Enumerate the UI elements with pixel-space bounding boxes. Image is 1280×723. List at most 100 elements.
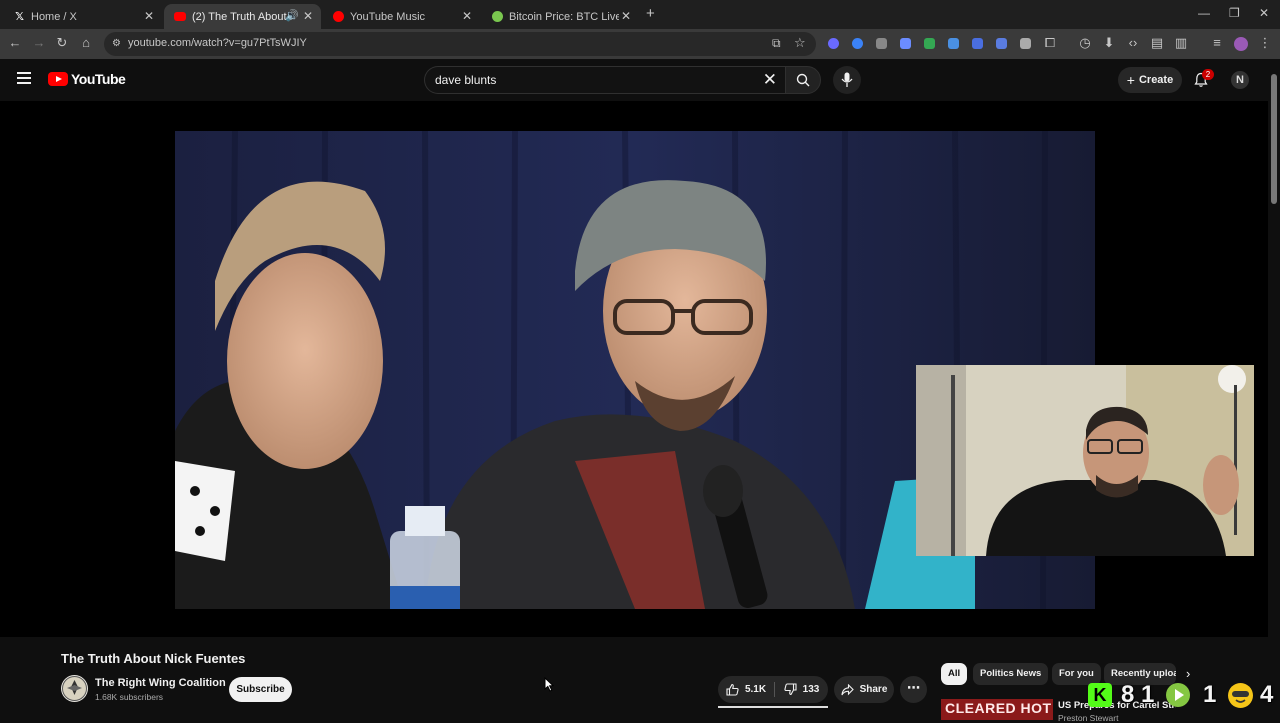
goggles-face-icon	[1232, 691, 1249, 703]
devtools-icon[interactable]: ‹›	[1126, 36, 1140, 50]
video-title: The Truth About Nick Fuentes	[61, 651, 246, 666]
channel-emblem-icon	[62, 676, 87, 701]
extension-icon[interactable]	[900, 38, 911, 49]
share-button[interactable]: Share	[834, 676, 894, 703]
youtube-header: YouTube dave blunts ✕ + Create 2 N	[0, 59, 1268, 101]
voice-search-button[interactable]	[833, 66, 861, 94]
reload-icon[interactable]: ↻	[55, 36, 69, 50]
youtube-play-icon	[48, 72, 68, 86]
tab-youtube-video[interactable]: (2) The Truth About Nick Fu 🔊 ✕	[164, 4, 321, 29]
url-text[interactable]: youtube.com/watch?v=gu7PtTsWJIY	[128, 37, 307, 49]
like-button[interactable]: 5.1K	[718, 676, 774, 703]
channel-avatar[interactable]	[61, 675, 88, 702]
webcam-image	[916, 365, 1254, 556]
extension-icon[interactable]	[972, 38, 983, 49]
page-scrollbar[interactable]	[1268, 59, 1280, 720]
home-icon[interactable]: ⌂	[79, 36, 93, 50]
thumbs-down-icon	[784, 683, 797, 696]
new-tab-icon[interactable]: +	[646, 5, 655, 22]
back-icon[interactable]: ←	[8, 36, 22, 50]
notification-count-badge: 2	[1202, 69, 1214, 80]
extension-icon[interactable]	[828, 38, 839, 49]
address-bar[interactable]: ⚙ youtube.com/watch?v=gu7PtTsWJIY ⧉ ☆	[104, 32, 816, 56]
rumble-icon	[1166, 683, 1190, 707]
search-button[interactable]	[785, 66, 821, 94]
chip-all[interactable]: All	[941, 663, 968, 685]
browser-menu-icon[interactable]: ⋮	[1258, 36, 1272, 50]
profile-avatar-icon[interactable]	[1234, 37, 1248, 51]
close-tab-icon[interactable]: ✕	[621, 9, 631, 23]
kick-viewer-count: 8 1	[1121, 681, 1155, 708]
share-arrow-icon	[841, 683, 854, 695]
video-progress-bar[interactable]	[718, 706, 828, 708]
tab-youtube-music[interactable]: YouTube Music ✕	[323, 4, 480, 29]
bookmark-star-icon[interactable]: ☆	[794, 35, 806, 51]
thumbs-up-icon	[726, 683, 739, 696]
reading-list-icon[interactable]: ▥	[1174, 36, 1188, 50]
recommendation-thumbnail[interactable]: CLEARED HOT	[941, 699, 1053, 720]
microphone-icon	[841, 72, 853, 87]
dislike-button[interactable]: 133	[775, 676, 828, 703]
chip-politics-news[interactable]: Politics News	[973, 663, 1049, 685]
play-triangle-icon	[1175, 689, 1184, 701]
install-app-icon[interactable]: ⧉	[772, 36, 781, 51]
subscribe-button[interactable]: Subscribe	[229, 677, 292, 702]
window-close-icon[interactable]: ✕	[1259, 6, 1269, 20]
forward-icon[interactable]: →	[32, 36, 46, 50]
thumbnail-text: CLEARED HOT	[945, 700, 1052, 716]
extension-icon[interactable]	[996, 38, 1007, 49]
browser-toolbar: ← → ↻ ⌂ ⚙ youtube.com/watch?v=gu7PtTsWJI…	[0, 29, 1280, 59]
plus-icon: +	[1126, 72, 1135, 88]
tab-title: (2) The Truth About Nick Fu	[192, 10, 292, 23]
channel-name[interactable]: The Right Wing Coalition	[95, 677, 226, 689]
extensions-puzzle-icon[interactable]: ⧠	[1043, 36, 1057, 50]
extension-icon[interactable]	[948, 38, 959, 49]
media-controls-icon[interactable]: ≡	[1210, 36, 1224, 50]
more-actions-button[interactable]: ⋯	[900, 676, 927, 703]
create-button[interactable]: + Create	[1118, 67, 1182, 93]
minimize-icon[interactable]: —	[1198, 6, 1210, 20]
youtube-logo[interactable]: YouTube	[48, 71, 126, 87]
extension-icon[interactable]	[852, 38, 863, 49]
close-tab-icon[interactable]: ✕	[303, 9, 313, 23]
extension-icon[interactable]	[1020, 38, 1031, 49]
account-avatar[interactable]: N	[1231, 71, 1249, 89]
restore-icon[interactable]: ❐	[1229, 6, 1240, 20]
search-icon	[796, 73, 810, 87]
mouse-cursor-icon	[544, 677, 554, 692]
rumble-viewer-count: 1	[1203, 681, 1217, 708]
browser-tab-bar: 𝕏 Home / X ✕ (2) The Truth About Nick Fu…	[0, 0, 1280, 29]
extension-icon[interactable]	[924, 38, 935, 49]
tab-x-home[interactable]: 𝕏 Home / X ✕	[4, 4, 162, 29]
hamburger-menu-icon[interactable]	[17, 72, 31, 84]
history-icon[interactable]: ◷	[1078, 36, 1092, 50]
recommendation-channel[interactable]: Preston Stewart	[1058, 713, 1118, 723]
search-box[interactable]: dave blunts ✕	[424, 66, 785, 94]
stream-stats-overlay: K 8 1 1 4	[1088, 681, 1280, 709]
tab-title: Bitcoin Price: BTC Live Price Ch	[509, 10, 619, 23]
kick-icon: K	[1088, 683, 1112, 707]
downloads-icon[interactable]: ⬇	[1102, 36, 1116, 50]
subscriber-count: 1.68K subscribers	[95, 692, 164, 702]
like-count: 5.1K	[744, 684, 767, 695]
chevron-right-icon[interactable]: ›	[1186, 666, 1190, 681]
tab-title: Home / X	[31, 10, 77, 23]
close-tab-icon[interactable]: ✕	[144, 9, 154, 23]
share-label: Share	[859, 684, 888, 695]
close-tab-icon[interactable]: ✕	[462, 9, 472, 23]
webcam-overlay	[916, 365, 1254, 556]
bitcoin-icon	[492, 11, 503, 22]
platform-mascot-icon	[1228, 683, 1253, 708]
search-input[interactable]: dave blunts	[435, 73, 496, 87]
youtube-wordmark: YouTube	[71, 71, 126, 87]
like-dislike-group: 5.1K 133	[718, 676, 828, 703]
tab-bitcoin[interactable]: Bitcoin Price: BTC Live Price Ch ✕	[482, 4, 639, 29]
clear-search-icon[interactable]: ✕	[763, 70, 777, 90]
speaker-icon[interactable]: 🔊	[285, 9, 299, 22]
site-info-icon[interactable]: ⚙	[112, 38, 121, 49]
scrollbar-thumb[interactable]	[1271, 74, 1277, 204]
side-panel-icon[interactable]: ▤	[1150, 36, 1164, 50]
youtube-icon	[174, 12, 186, 21]
extension-icon[interactable]	[876, 38, 887, 49]
x-icon: 𝕏	[15, 11, 24, 23]
